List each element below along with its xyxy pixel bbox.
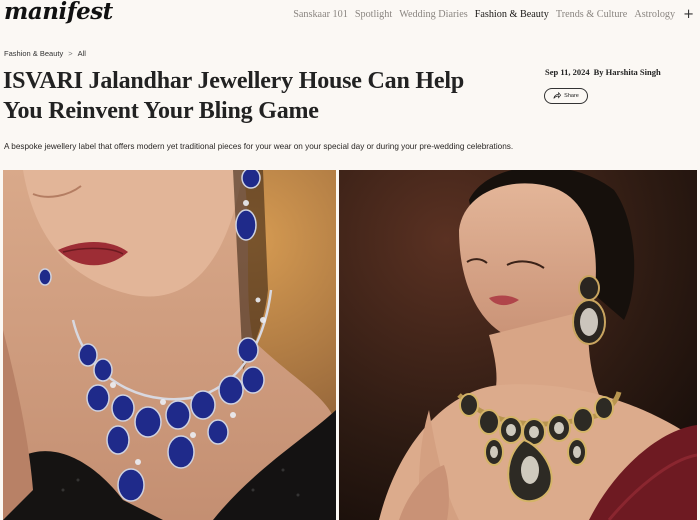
article-title: ISVARI Jalandhar Jewellery House Can Hel… bbox=[3, 68, 464, 124]
model-blue-sapphire-necklace-photo bbox=[3, 170, 336, 520]
nav-item-trends-culture[interactable]: Trends & Culture bbox=[556, 9, 628, 20]
nav-item-astrology[interactable]: Astrology bbox=[634, 9, 675, 20]
share-icon bbox=[553, 92, 562, 99]
breadcrumb-section[interactable]: Fashion & Beauty bbox=[4, 49, 63, 58]
article-date: Sep 11, 2024 bbox=[545, 67, 590, 77]
article-author[interactable]: By Harshita Singh bbox=[594, 67, 661, 77]
nav-item-fashion-beauty[interactable]: Fashion & Beauty bbox=[475, 9, 549, 20]
share-label: Share bbox=[564, 93, 579, 99]
article-meta: Sep 11, 2024 By Harshita Singh bbox=[545, 67, 661, 77]
breadcrumb: Fashion & Beauty > All bbox=[4, 49, 86, 58]
share-button[interactable]: Share bbox=[544, 88, 588, 104]
model-kundan-polki-necklace-photo bbox=[339, 170, 697, 520]
nav-item-spotlight[interactable]: Spotlight bbox=[355, 9, 392, 20]
nav-item-wedding-diaries[interactable]: Wedding Diaries bbox=[399, 9, 468, 20]
nav-item-sanskaar-101[interactable]: Sanskaar 101 bbox=[293, 9, 348, 20]
article-dek: A bespoke jewellery label that offers mo… bbox=[4, 142, 514, 151]
breadcrumb-current[interactable]: All bbox=[78, 49, 86, 58]
site-logo[interactable]: manifest bbox=[4, 0, 113, 25]
breadcrumb-separator: > bbox=[68, 49, 73, 58]
plus-icon[interactable]: + bbox=[683, 7, 694, 22]
site-header: manifest Sanskaar 101 Spotlight Wedding … bbox=[0, 0, 700, 28]
main-nav: Sanskaar 101 Spotlight Wedding Diaries F… bbox=[293, 7, 694, 22]
